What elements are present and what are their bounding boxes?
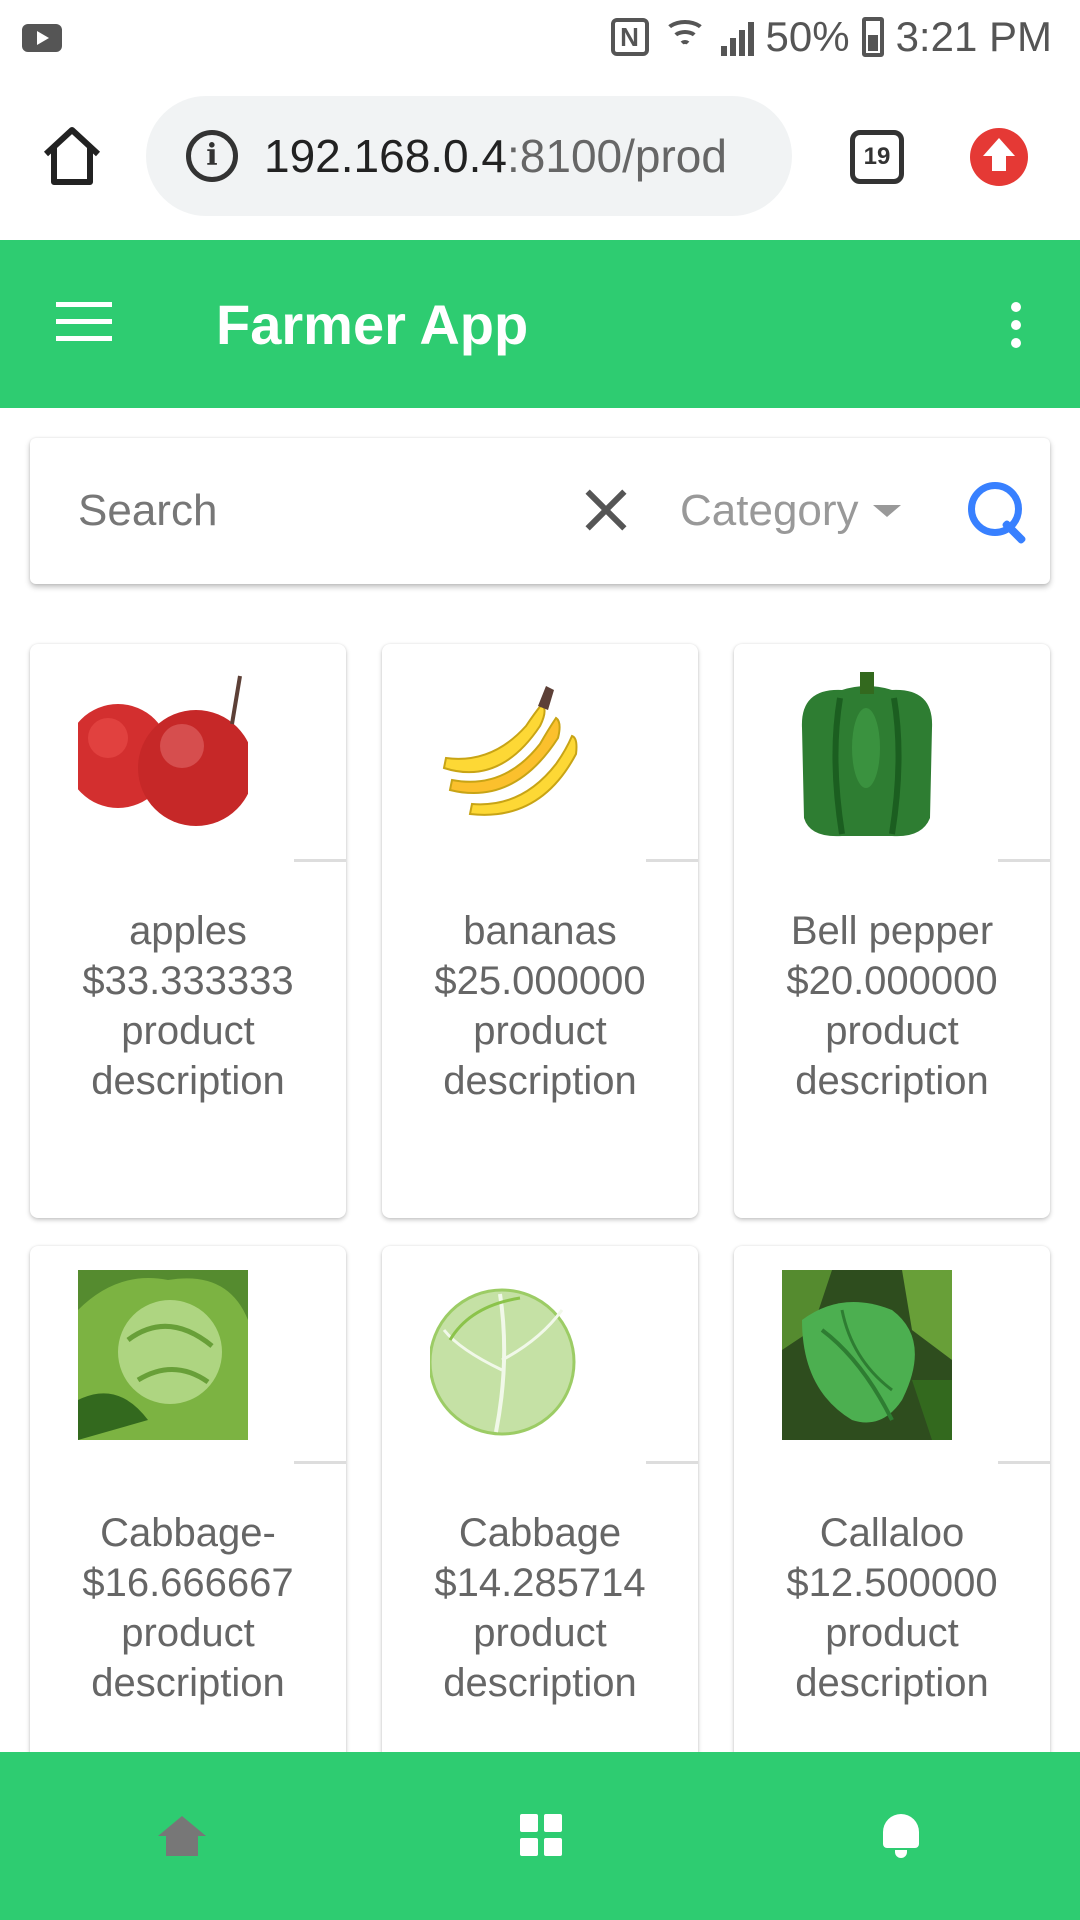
wifi-icon xyxy=(661,18,709,56)
search-card: Category xyxy=(30,438,1050,584)
app-toolbar: Farmer App xyxy=(0,240,1080,408)
product-card[interactable]: Cabbage $14.285714 product description xyxy=(382,1246,698,1786)
nfc-icon: N xyxy=(610,18,649,56)
search-input[interactable] xyxy=(78,478,558,544)
product-description: product description xyxy=(91,1611,285,1705)
home-icon[interactable] xyxy=(40,124,104,188)
bananas-image xyxy=(430,668,600,838)
product-name: apples xyxy=(129,909,247,953)
product-info: bananas $25.000000 product description xyxy=(382,906,698,1106)
product-price: $33.333333 xyxy=(82,959,294,1003)
apples-image xyxy=(78,668,248,838)
product-price: $12.500000 xyxy=(786,1561,998,1605)
caret-down-icon xyxy=(872,505,901,517)
product-description: product description xyxy=(795,1611,989,1705)
product-description: product description xyxy=(443,1009,637,1103)
tab-home[interactable] xyxy=(0,1752,360,1920)
product-card[interactable]: Bell pepper $20.000000 product descripti… xyxy=(734,644,1050,1218)
card-divider xyxy=(294,1461,346,1464)
url-path: :8100/prod xyxy=(507,130,727,182)
tab-products[interactable] xyxy=(360,1752,720,1920)
youtube-notification-icon xyxy=(22,24,62,52)
bottom-tab-bar xyxy=(0,1752,1080,1920)
battery-percent: 50% xyxy=(765,13,850,60)
product-price: $16.666667 xyxy=(82,1561,294,1605)
product-card[interactable]: bananas $25.000000 product description xyxy=(382,644,698,1218)
cabbage-leafy-image xyxy=(78,1270,248,1440)
more-options-icon[interactable] xyxy=(1004,300,1028,350)
card-divider xyxy=(998,859,1050,862)
product-price: $20.000000 xyxy=(786,959,998,1003)
signal-icon xyxy=(720,18,754,56)
product-name: Cabbage xyxy=(458,1511,622,1555)
product-info: Bell pepper $20.000000 product descripti… xyxy=(734,906,1050,1106)
browser-toolbar: i 192.168.0.4:8100/prod 19 xyxy=(0,74,1080,240)
product-info: Cabbage- $16.666667 product description xyxy=(30,1508,346,1708)
grid-icon xyxy=(520,1814,562,1856)
home-icon xyxy=(158,1816,206,1856)
product-info: Callaloo $12.500000 product description xyxy=(734,1508,1050,1708)
product-name: bananas xyxy=(463,909,617,953)
product-name: Cabbage- xyxy=(100,1511,276,1555)
address-bar[interactable]: i 192.168.0.4:8100/prod xyxy=(146,96,792,216)
product-price: $14.285714 xyxy=(434,1561,646,1605)
tab-notifications[interactable] xyxy=(720,1752,1080,1920)
product-card[interactable]: Cabbage- $16.666667 product description xyxy=(30,1246,346,1786)
callaloo-image xyxy=(782,1270,952,1440)
card-divider xyxy=(646,859,698,862)
page-title: Farmer App xyxy=(216,293,529,356)
menu-icon[interactable] xyxy=(56,300,112,344)
category-label: Category xyxy=(680,486,859,535)
product-description: product description xyxy=(795,1009,989,1103)
product-name: Callaloo xyxy=(819,1511,965,1555)
clock: 3:21 PM xyxy=(895,13,1052,60)
status-indicators: N 50% 3:21 PM xyxy=(610,10,1052,64)
bell-icon xyxy=(883,1810,919,1858)
clear-search-icon[interactable] xyxy=(574,478,638,542)
card-divider xyxy=(294,859,346,862)
product-info: Cabbage $14.285714 product description xyxy=(382,1508,698,1708)
product-description: product description xyxy=(91,1009,285,1103)
product-name: Bell pepper xyxy=(790,909,994,953)
product-price: $25.000000 xyxy=(434,959,646,1003)
product-info: apples $33.333333 product description xyxy=(30,906,346,1106)
product-card[interactable]: Callaloo $12.500000 product description xyxy=(734,1246,1050,1786)
tab-switcher-button[interactable]: 19 xyxy=(850,130,904,184)
battery-icon xyxy=(861,17,884,57)
site-info-icon[interactable]: i xyxy=(186,130,238,182)
search-icon[interactable] xyxy=(966,480,1030,544)
product-description: product description xyxy=(443,1611,637,1705)
update-arrow-icon[interactable] xyxy=(970,128,1028,186)
status-bar: N 50% 3:21 PM xyxy=(0,0,1080,74)
url-host: 192.168.0.4 xyxy=(264,130,508,182)
card-divider xyxy=(998,1461,1050,1464)
card-divider xyxy=(646,1461,698,1464)
cabbage-image xyxy=(430,1270,600,1440)
product-card[interactable]: apples $33.333333 product description xyxy=(30,644,346,1218)
category-select[interactable]: Category xyxy=(680,478,901,544)
url-text[interactable]: 192.168.0.4:8100/prod xyxy=(264,129,727,183)
bell-pepper-image xyxy=(782,668,952,838)
